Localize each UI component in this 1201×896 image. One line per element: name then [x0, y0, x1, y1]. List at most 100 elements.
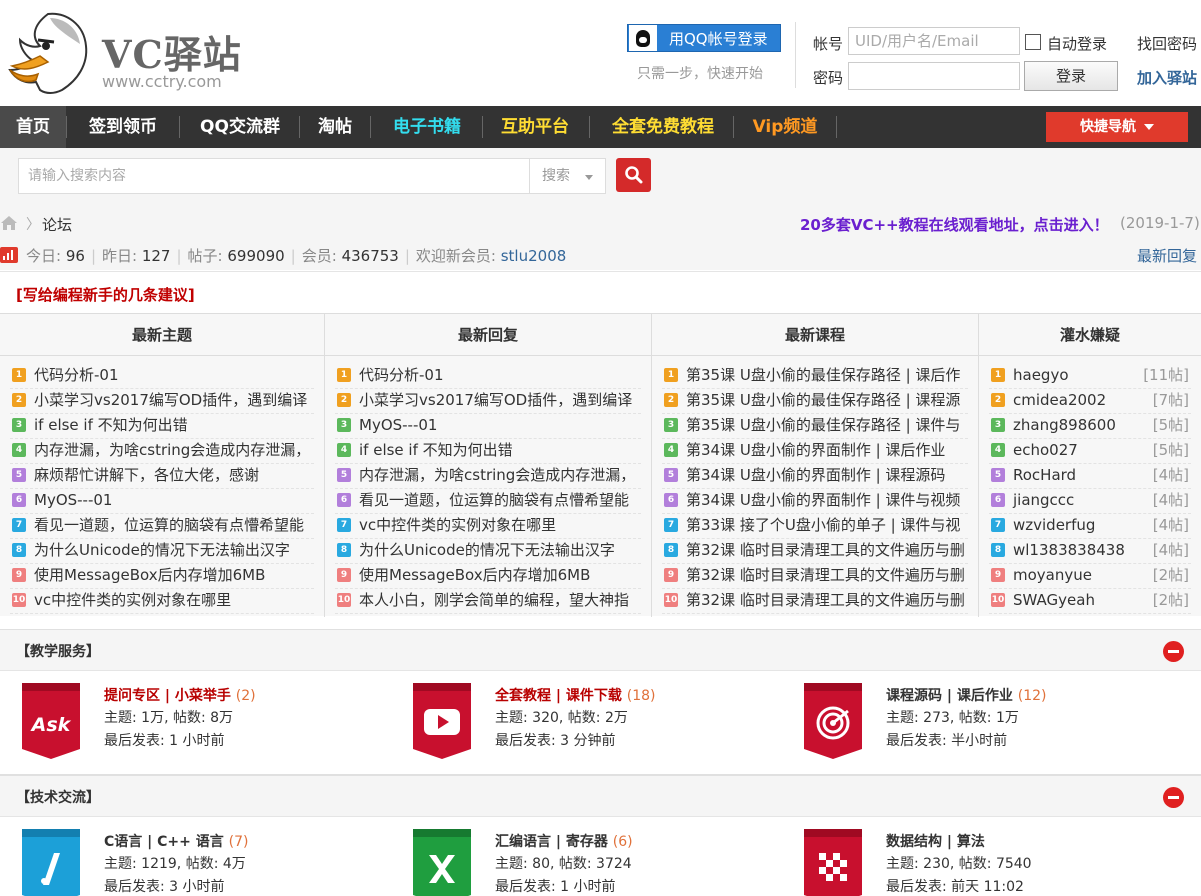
forum-item[interactable]: 汇编语言 | 寄存器 (6) 主题: 80, 帖数: 3724 最后发表: 1 … — [413, 829, 793, 896]
list-item[interactable]: 10 第32课 临时目录清理工具的文件遍历与删 — [662, 589, 968, 614]
list-item[interactable]: 4 if else if 不知为何出错 — [335, 439, 641, 464]
list-item[interactable]: 6 MyOS---01 — [10, 489, 314, 514]
section-title[interactable]: 【技术交流】 — [16, 787, 100, 807]
forum-title[interactable]: 全套教程 | 课件下载 — [495, 688, 622, 704]
list-item[interactable]: 2 小菜学习vs2017编写OD插件，遇到编译 — [335, 389, 641, 414]
qq-login-button[interactable]: 用QQ帐号登录 — [627, 24, 781, 52]
section-title[interactable]: 【教学服务】 — [16, 641, 100, 661]
thread-link[interactable]: 第34课 U盘小偷的界面制作 | 课件与视频 — [686, 489, 960, 512]
thread-link[interactable]: 第34课 U盘小偷的界面制作 | 课后作业 — [686, 439, 945, 462]
thread-link[interactable]: 第35课 U盘小偷的最佳保存路径 | 课后作 — [686, 364, 960, 387]
forum-last-post[interactable]: 最后发表: 1 小时前 — [104, 730, 225, 750]
list-item[interactable]: 3 MyOS---01 — [335, 414, 641, 439]
list-item[interactable]: 6 jiangccc [4帖] — [989, 489, 1191, 514]
nav-item-help[interactable]: 互助平台 — [484, 106, 586, 148]
latest-reply-link[interactable]: 最新回复 — [1137, 245, 1197, 266]
password-input[interactable] — [848, 62, 1020, 90]
nav-item-qq-group[interactable]: QQ交流群 — [181, 106, 299, 148]
thread-link[interactable]: 第35课 U盘小偷的最佳保存路径 | 课程源 — [686, 389, 960, 412]
thread-link[interactable]: 小菜学习vs2017编写OD插件，遇到编译 — [359, 389, 632, 412]
forum-name[interactable]: 课程源码 | 课后作业 (12) — [886, 685, 1047, 705]
list-item[interactable]: 10 本人小白，刚学会简单的编程，望大神指 — [335, 589, 641, 614]
join-link[interactable]: 加入驿站 — [1137, 67, 1197, 88]
thread-link[interactable]: 麻烦帮忙讲解下，各位大佬，感谢 — [34, 464, 259, 487]
forum-item[interactable]: 数据结构 | 算法 主题: 230, 帖数: 7540 最后发表: 前天 11:… — [804, 829, 1184, 896]
forum-name[interactable]: 提问专区 | 小菜举手 (2) — [104, 685, 256, 705]
thread-link[interactable]: vc中控件类的实例对象在哪里 — [34, 589, 231, 612]
forum-title[interactable]: 汇编语言 | 寄存器 — [495, 834, 608, 850]
announcement-link[interactable]: 20多套VC++教程在线观看地址，点击进入！ — [800, 214, 1109, 235]
user-link[interactable]: cmidea2002 — [1013, 389, 1106, 412]
forum-last-post[interactable]: 最后发表: 1 小时前 — [495, 876, 616, 896]
list-item[interactable]: 2 cmidea2002 [7帖] — [989, 389, 1191, 414]
thread-link[interactable]: vc中控件类的实例对象在哪里 — [359, 514, 556, 537]
thread-link[interactable]: if else if 不知为何出错 — [359, 439, 513, 462]
list-item[interactable]: 8 第32课 临时目录清理工具的文件遍历与删 — [662, 539, 968, 564]
collapse-icon[interactable] — [1163, 641, 1184, 662]
list-item[interactable]: 3 if else if 不知为何出错 — [10, 414, 314, 439]
forum-last-post[interactable]: 最后发表: 半小时前 — [886, 730, 1007, 750]
site-logo[interactable]: VC驿站 www.cctry.com — [6, 10, 246, 100]
thread-link[interactable]: if else if 不知为何出错 — [34, 414, 188, 437]
user-link[interactable]: echo027 — [1013, 439, 1078, 462]
list-item[interactable]: 10 SWAGyeah [2帖] — [989, 589, 1191, 614]
forum-last-post[interactable]: 最后发表: 3 分钟前 — [495, 730, 616, 750]
forum-item[interactable]: C语言 | C++ 语言 (7) 主题: 1219, 帖数: 4万 最后发表: … — [22, 829, 402, 896]
forum-title[interactable]: 提问专区 | 小菜举手 — [104, 688, 231, 704]
breadcrumb-current[interactable]: 论坛 — [42, 214, 72, 235]
list-item[interactable]: 9 第32课 临时目录清理工具的文件遍历与删 — [662, 564, 968, 589]
thread-link[interactable]: MyOS---01 — [34, 489, 112, 512]
list-item[interactable]: 5 麻烦帮忙讲解下，各位大佬，感谢 — [10, 464, 314, 489]
nav-item-taotie[interactable]: 淘帖 — [301, 106, 369, 148]
list-item[interactable]: 7 看见一道题，位运算的脑袋有点懵希望能 — [10, 514, 314, 539]
user-link[interactable]: jiangccc — [1013, 489, 1074, 512]
user-link[interactable]: zhang898600 — [1013, 414, 1116, 437]
forum-title[interactable]: 课程源码 | 课后作业 — [886, 688, 1013, 704]
collapse-icon[interactable] — [1163, 787, 1184, 808]
account-input[interactable]: UID/用户名/Email — [848, 27, 1020, 55]
nav-item-home[interactable]: 首页 — [0, 106, 66, 148]
list-item[interactable]: 8 为什么Unicode的情况下无法输出汉字 — [335, 539, 641, 564]
thread-link[interactable]: 看见一道题，位运算的脑袋有点懵希望能 — [359, 489, 629, 512]
user-link[interactable]: wzviderfug — [1013, 514, 1095, 537]
thread-link[interactable]: 内存泄漏，为啥cstring会造成内存泄漏， — [34, 439, 310, 462]
forum-last-post[interactable]: 最后发表: 前天 11:02 — [886, 876, 1024, 896]
search-input[interactable]: 请输入搜索内容 — [18, 158, 530, 194]
forum-item[interactable]: Ask 提问专区 | 小菜举手 (2) 主题: 1万, 帖数: 8万 最后发表:… — [22, 683, 402, 763]
auto-login-checkbox[interactable] — [1025, 34, 1041, 50]
thread-link[interactable]: 第32课 临时目录清理工具的文件遍历与删 — [686, 539, 965, 562]
list-item[interactable]: 8 为什么Unicode的情况下无法输出汉字 — [10, 539, 314, 564]
new-member-link[interactable]: stlu2008 — [501, 247, 567, 265]
thread-link[interactable]: 小菜学习vs2017编写OD插件，遇到编译 — [34, 389, 307, 412]
forgot-password-link[interactable]: 找回密码 — [1137, 33, 1197, 54]
user-link[interactable]: wl1383838438 — [1013, 539, 1125, 562]
forum-name[interactable]: C语言 | C++ 语言 (7) — [104, 831, 248, 851]
list-item[interactable]: 7 wzviderfug [4帖] — [989, 514, 1191, 539]
quick-nav-button[interactable]: 快捷导航 — [1046, 112, 1188, 142]
thread-link[interactable]: 第32课 临时目录清理工具的文件遍历与删 — [686, 589, 965, 612]
list-item[interactable]: 4 第34课 U盘小偷的界面制作 | 课后作业 — [662, 439, 968, 464]
thread-link[interactable]: 第35课 U盘小偷的最佳保存路径 | 课件与 — [686, 414, 960, 437]
list-item[interactable]: 6 第34课 U盘小偷的界面制作 | 课件与视频 — [662, 489, 968, 514]
thread-link[interactable]: 内存泄漏，为啥cstring会造成内存泄漏， — [359, 464, 635, 487]
list-item[interactable]: 1 haegyo [11帖] — [989, 364, 1191, 389]
forum-title[interactable]: 数据结构 | 算法 — [886, 834, 985, 850]
list-item[interactable]: 1 第35课 U盘小偷的最佳保存路径 | 课后作 — [662, 364, 968, 389]
home-icon[interactable] — [0, 215, 18, 231]
nav-item-checkin[interactable]: 签到领币 — [68, 106, 178, 148]
forum-last-post[interactable]: 最后发表: 3 小时前 — [104, 876, 225, 896]
search-button[interactable] — [616, 158, 651, 192]
list-item[interactable]: 9 使用MessageBox后内存增加6MB — [10, 564, 314, 589]
hot-panel-title[interactable]: [写给编程新手的几条建议] — [16, 284, 195, 305]
forum-name[interactable]: 全套教程 | 课件下载 (18) — [495, 685, 656, 705]
user-link[interactable]: SWAGyeah — [1013, 589, 1095, 612]
forum-item[interactable]: 课程源码 | 课后作业 (12) 主题: 273, 帖数: 1万 最后发表: 半… — [804, 683, 1184, 763]
forum-name[interactable]: 汇编语言 | 寄存器 (6) — [495, 831, 633, 851]
list-item[interactable]: 4 内存泄漏，为啥cstring会造成内存泄漏， — [10, 439, 314, 464]
user-link[interactable]: moyanyue — [1013, 564, 1092, 587]
list-item[interactable]: 5 内存泄漏，为啥cstring会造成内存泄漏， — [335, 464, 641, 489]
list-item[interactable]: 1 代码分析-01 — [335, 364, 641, 389]
login-button[interactable]: 登录 — [1024, 61, 1118, 91]
list-item[interactable]: 10 vc中控件类的实例对象在哪里 — [10, 589, 314, 614]
nav-item-vip[interactable]: Vip频道 — [735, 106, 835, 148]
